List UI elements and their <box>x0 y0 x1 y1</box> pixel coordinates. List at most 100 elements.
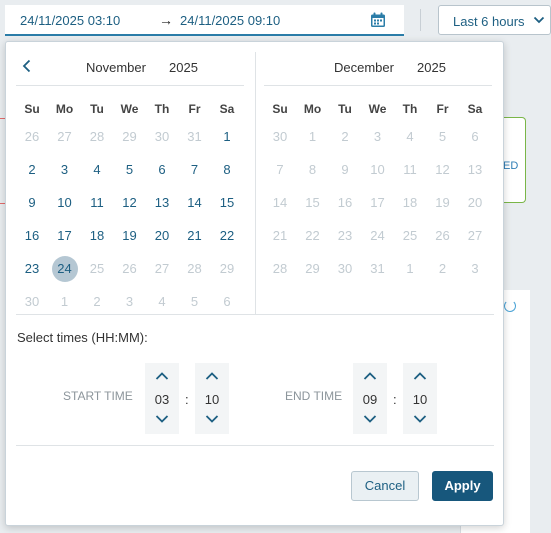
calendar-day: 28 <box>187 261 202 276</box>
chevron-down-icon[interactable] <box>155 414 169 424</box>
quick-range-select[interactable]: Last 6 hours <box>438 5 551 35</box>
selected-day[interactable]: 24 <box>51 256 78 282</box>
chevron-up-icon[interactable] <box>413 371 427 381</box>
calendar-day: 26 <box>24 129 40 144</box>
calendar-day: 27 <box>57 129 72 144</box>
calendar-icon[interactable] <box>370 12 386 28</box>
weekday-label: Su <box>24 102 40 116</box>
calendar-day: 29 <box>219 261 235 276</box>
calendar-day[interactable]: 1 <box>214 124 240 150</box>
calendar-day: 29 <box>122 129 137 144</box>
time-separator: : <box>393 392 397 407</box>
calendar-day: 1 <box>308 129 317 144</box>
calendar-day: 28 <box>272 261 288 276</box>
calendar-day: 9 <box>341 162 349 177</box>
weekday-label: We <box>368 102 387 116</box>
chevron-up-icon[interactable] <box>205 371 219 381</box>
weekday-label: Sa <box>219 102 235 116</box>
arrow-right-icon: → <box>159 12 173 28</box>
start-minute-spinner[interactable]: 10 <box>195 363 229 434</box>
chevron-up-icon[interactable] <box>155 371 169 381</box>
chevron-down-icon[interactable] <box>205 414 219 424</box>
calendar-day: 8 <box>308 162 317 177</box>
weekday-label: Mo <box>303 102 322 116</box>
chevron-down-icon <box>533 16 545 24</box>
calendar-day[interactable]: 14 <box>182 190 208 216</box>
calendar-day: 24 <box>370 228 385 243</box>
end-hour-spinner[interactable]: 09 <box>353 363 387 434</box>
calendar-day: 4 <box>158 294 166 309</box>
weekday-header-row: Su Mo Tu We Th Fr Sa <box>16 96 244 124</box>
cancel-button[interactable]: Cancel <box>351 471 419 501</box>
calendar-day: 6 <box>471 129 479 144</box>
calendar-day[interactable]: 20 <box>149 223 175 249</box>
calendar-day[interactable]: 7 <box>182 157 208 183</box>
calendar-day[interactable]: 3 <box>52 157 78 183</box>
background-status-text: ED <box>503 160 519 172</box>
calendar-day[interactable]: 15 <box>214 190 240 216</box>
calendar-day: 25 <box>89 261 105 276</box>
start-hour-spinner[interactable]: 03 <box>145 363 179 434</box>
calendar-day: 14 <box>272 195 288 210</box>
calendar-day[interactable]: 4 <box>84 157 110 183</box>
end-minute-value: 10 <box>412 392 428 407</box>
calendar-day: 1 <box>60 294 69 309</box>
weekday-label: Fr <box>188 102 201 116</box>
chevron-up-icon[interactable] <box>363 371 377 381</box>
calendar-day[interactable]: 23 <box>19 256 45 282</box>
calendar-day: 11 <box>403 162 417 177</box>
month-divider <box>255 52 256 314</box>
weekday-label: Mo <box>55 102 74 116</box>
apply-button[interactable]: Apply <box>432 471 493 501</box>
calendar-day[interactable]: 8 <box>214 157 240 183</box>
calendar-day[interactable]: 9 <box>19 190 45 216</box>
calendar-day[interactable]: 21 <box>182 223 208 249</box>
calendar-day: 13 <box>467 162 483 177</box>
calendar-day[interactable]: 2 <box>19 157 45 183</box>
calendar-day: 30 <box>272 129 288 144</box>
section-divider <box>16 314 494 315</box>
calendar-day: 3 <box>373 129 382 144</box>
calendar-day: 12 <box>435 162 450 177</box>
calendar-day[interactable]: 17 <box>52 223 78 249</box>
year-name: 2025 <box>169 60 198 75</box>
weekday-label: Th <box>154 102 170 116</box>
calendar-day: 4 <box>406 129 414 144</box>
calendar-day[interactable]: 5 <box>117 157 143 183</box>
calendar-day: 27 <box>467 228 483 243</box>
quick-range-label: Last 6 hours <box>453 14 525 29</box>
end-minute-spinner[interactable]: 10 <box>403 363 437 434</box>
date-picker-popup: November 2025 Su Mo Tu We Th Fr Sa 26 27 28 29 30 3… <box>5 41 504 526</box>
start-time-label: START TIME <box>63 389 133 403</box>
month-header: December 2025 <box>264 52 492 86</box>
calendar-day: 15 <box>305 195 320 210</box>
calendar-day: 1 <box>406 261 414 276</box>
calendar-day: 23 <box>337 228 353 243</box>
chevron-down-icon[interactable] <box>413 414 427 424</box>
weekday-label: Sa <box>467 102 483 116</box>
start-minute-value: 10 <box>204 392 220 407</box>
calendar-day: 26 <box>122 261 137 276</box>
calendar-day[interactable]: 10 <box>52 190 78 216</box>
calendar-day[interactable]: 16 <box>19 223 45 249</box>
weekday-label: Su <box>272 102 288 116</box>
date-range-input[interactable]: 24/11/2025 03:10 → 24/11/2025 09:10 <box>5 5 404 36</box>
calendar-day[interactable]: 19 <box>117 223 143 249</box>
refresh-icon[interactable] <box>504 300 516 312</box>
weekday-label: Th <box>402 102 418 116</box>
calendar-day[interactable]: 13 <box>149 190 175 216</box>
calendar-day[interactable]: 22 <box>214 223 240 249</box>
section-divider <box>16 445 494 446</box>
calendar-day: 19 <box>435 195 450 210</box>
calendar-day[interactable]: 11 <box>84 190 110 216</box>
calendar-day: 3 <box>471 261 479 276</box>
calendar-day: 29 <box>305 261 320 276</box>
calendar-day: 27 <box>154 261 170 276</box>
calendar-day[interactable]: 12 <box>117 190 143 216</box>
calendar-day: 16 <box>337 195 353 210</box>
calendar-day[interactable]: 6 <box>149 157 175 183</box>
chevron-left-icon[interactable] <box>20 58 34 74</box>
calendar-day[interactable]: 18 <box>84 223 110 249</box>
weekday-label: Tu <box>90 102 104 116</box>
chevron-down-icon[interactable] <box>363 414 377 424</box>
